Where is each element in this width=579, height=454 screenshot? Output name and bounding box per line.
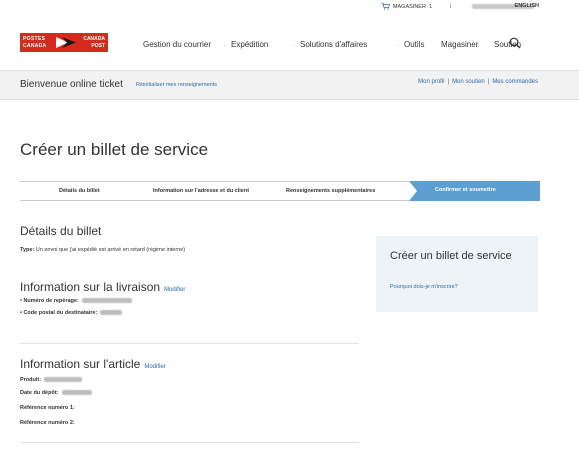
postal-code-label: • Code postal du destinataire: xyxy=(20,310,98,316)
sidebar-title: Créer un billet de service xyxy=(390,250,512,262)
nav-tools[interactable]: Outils xyxy=(404,40,424,49)
nav-mail-management[interactable]: Gestion du courrier xyxy=(143,40,211,49)
account-links: Mon profil | Mon soutien | Mes commandes xyxy=(418,79,538,85)
step-confirm-label: Confirmer et soumettre xyxy=(435,187,496,193)
article-section: Information sur l'article Modifier xyxy=(20,357,166,371)
deposit-date-row: Date du dépôt: xyxy=(20,390,92,396)
nav-dot: . xyxy=(293,42,295,48)
nav-shop[interactable]: Magasiner xyxy=(441,40,478,49)
logo-emblem-icon xyxy=(56,37,76,48)
tracking-row: • Numéro de repérage: xyxy=(20,298,132,304)
reference-1-row: Référence numéro 1: xyxy=(20,405,75,411)
article-heading: Information sur l'article xyxy=(20,357,141,371)
redacted-postal-code xyxy=(100,310,123,316)
step-ticket-details[interactable]: Détails du billet xyxy=(59,188,100,194)
divider xyxy=(20,343,359,344)
welcome-bar: Bienvenue online ticket Réinitialiser me… xyxy=(0,71,579,100)
redacted-product xyxy=(44,377,83,383)
canada-post-logo[interactable]: POSTES CANADA CANADA POST xyxy=(20,33,108,52)
my-orders-link[interactable]: Mes commandes xyxy=(492,79,538,85)
sidebar-panel: Créer un billet de service Pourquoi dois… xyxy=(376,236,538,312)
nav-dot: . xyxy=(224,42,226,48)
delivery-modify-link[interactable]: Modifier xyxy=(164,287,185,293)
ticket-type-label: Type: xyxy=(20,247,35,253)
progress-stepper: Détails du billet Information sur l'adre… xyxy=(20,181,540,201)
product-label: Produit: xyxy=(20,377,42,383)
my-profile-link[interactable]: Mon profil xyxy=(418,79,444,85)
article-modify-link[interactable]: Modifier xyxy=(144,364,165,370)
step-confirm-submit: Confirmer et soumettre xyxy=(409,181,540,201)
nav-business-solutions[interactable]: Solutions d'affaires xyxy=(300,40,367,49)
shopping-cart-icon xyxy=(381,3,390,10)
link-separator: | xyxy=(487,79,490,85)
redacted-deposit-date xyxy=(61,390,92,396)
cart-link[interactable]: MAGASINER 1 xyxy=(381,3,432,10)
page-title: Créer un billet de service xyxy=(20,140,209,159)
site-header: POSTES CANADA CANADA POST Gestion du cou… xyxy=(0,14,579,71)
reference-2-row: Référence numéro 2: xyxy=(20,420,75,426)
cart-label: MAGASINER xyxy=(392,3,426,10)
link-separator: | xyxy=(447,79,450,85)
search-icon[interactable] xyxy=(509,37,521,49)
step-additional-info[interactable]: Renseignements supplémentaires xyxy=(286,188,375,194)
ticket-type-value: Un envoi que j'ai expédié est arrivé en … xyxy=(35,247,186,253)
deposit-date-label: Date du dépôt: xyxy=(20,390,59,396)
logo-text-postes: POSTES xyxy=(23,36,46,42)
delivery-heading: Information sur la livraison xyxy=(20,280,161,294)
nav-dot: . xyxy=(397,42,399,48)
reset-info-link[interactable]: Réinitialiser mes renseignements xyxy=(136,82,217,88)
reference-1-label: Référence numéro 1: xyxy=(20,405,75,411)
tracking-label: • Numéro de repérage: xyxy=(20,298,79,304)
step-address-info[interactable]: Information sur l'adresse et du client xyxy=(153,188,249,194)
logo-text-canada: CANADA xyxy=(23,43,47,49)
reference-2-label: Référence numéro 2: xyxy=(20,420,75,426)
ticket-details-heading: Détails du billet xyxy=(20,224,102,238)
cart-count: 1 xyxy=(428,3,432,10)
utility-bar: MAGASINER 1 | | ENGLISH xyxy=(0,0,579,14)
nav-shipping[interactable]: Expédition xyxy=(231,40,268,49)
why-register-link[interactable]: Pourquoi dois-je m'inscrire? xyxy=(390,284,458,290)
logo-text-canada-en: CANADA xyxy=(83,36,105,42)
logo-text-post: POST xyxy=(91,43,105,49)
divider xyxy=(20,442,359,443)
welcome-greeting: Bienvenue online ticket xyxy=(20,79,123,90)
utility-separator: | xyxy=(449,3,451,9)
postal-code-row: • Code postal du destinataire: xyxy=(20,310,123,316)
ticket-type-row: Type: Un envoi que j'ai expédié est arri… xyxy=(20,247,185,253)
delivery-section: Information sur la livraison Modifier xyxy=(20,280,185,294)
language-link[interactable]: ENGLISH xyxy=(515,3,539,9)
my-support-link[interactable]: Mon soutien xyxy=(452,79,485,85)
product-row: Produit: xyxy=(20,377,83,383)
redacted-tracking-number xyxy=(81,298,132,304)
